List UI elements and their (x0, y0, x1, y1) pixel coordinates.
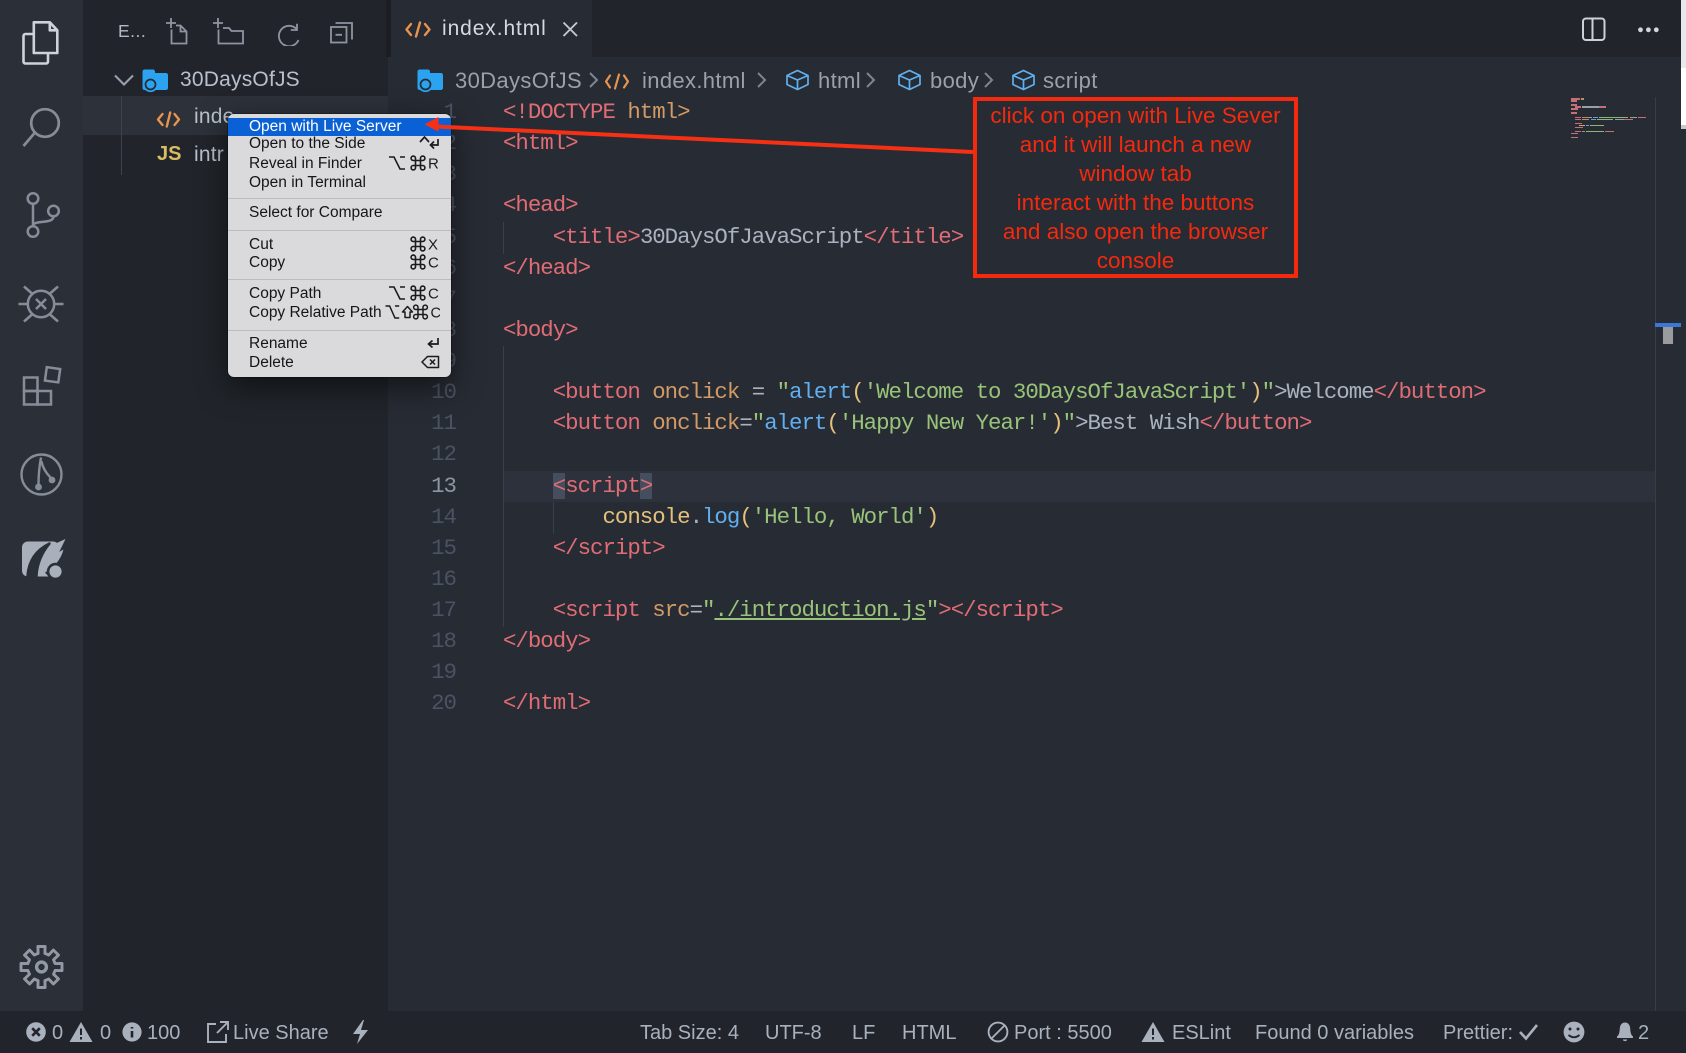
svg-text:C: C (431, 306, 441, 321)
svg-text:HTML: HTML (902, 1022, 956, 1044)
svg-text:C: C (428, 255, 439, 271)
svg-text:R: R (428, 155, 439, 171)
svg-text:X: X (428, 236, 438, 252)
svg-text:Tab Size: 4: Tab Size: 4 (640, 1022, 739, 1044)
svg-text:Live Share: Live Share (233, 1022, 329, 1044)
svg-text:Port : 5500: Port : 5500 (1014, 1022, 1112, 1044)
svg-text:2: 2 (1638, 1022, 1649, 1044)
svg-text:0: 0 (100, 1022, 111, 1044)
svg-text:Found 0 variables: Found 0 variables (1255, 1022, 1414, 1044)
svg-text:UTF-8: UTF-8 (765, 1022, 822, 1044)
svg-text:0: 0 (52, 1022, 63, 1044)
svg-text:Prettier:: Prettier: (1443, 1022, 1513, 1044)
svg-text:100: 100 (147, 1022, 180, 1044)
svg-text:LF: LF (852, 1022, 875, 1044)
svg-text:ESLint: ESLint (1172, 1022, 1231, 1044)
svg-text:C: C (428, 286, 439, 302)
